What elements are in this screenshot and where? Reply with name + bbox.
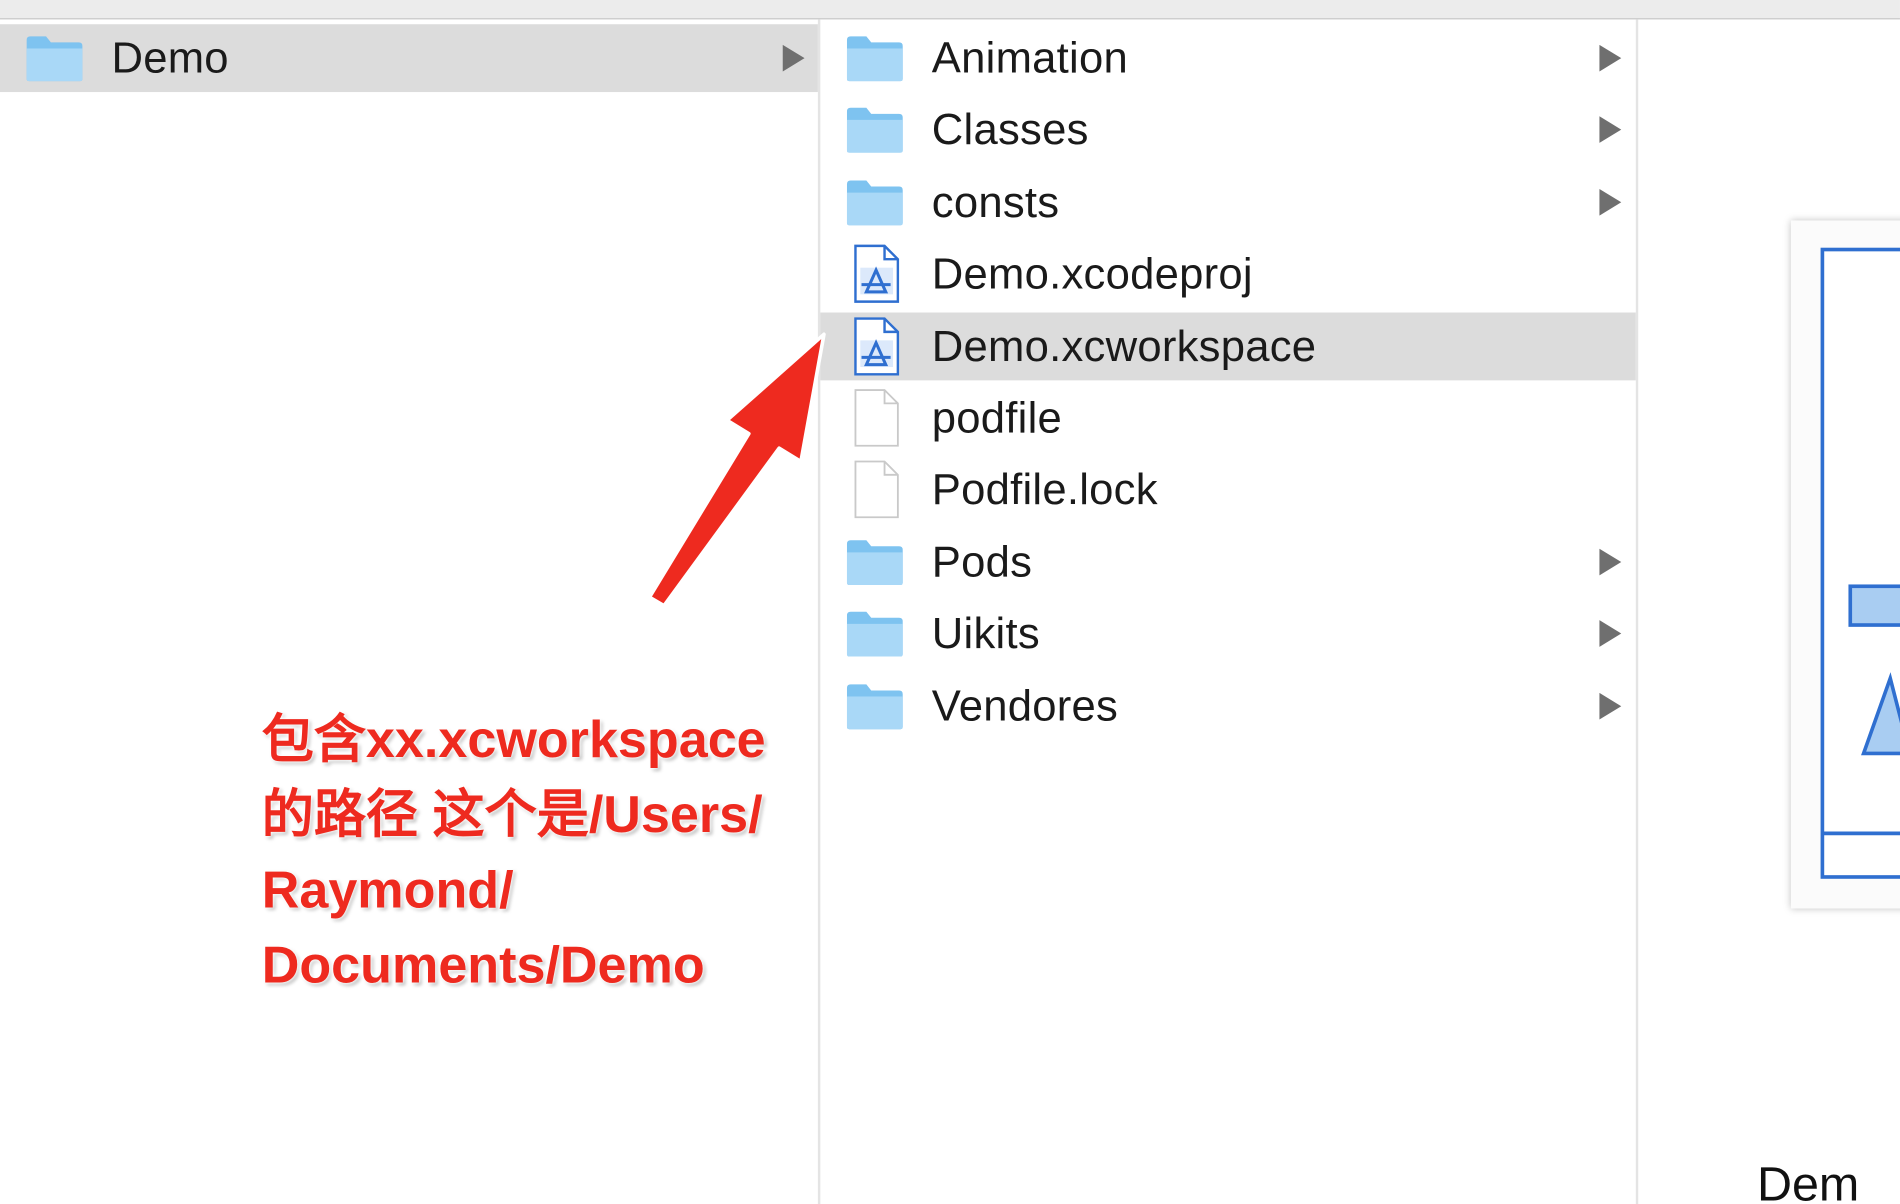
preview-title: Dem: [1757, 1158, 1859, 1204]
annotation-line: 的路径 这个是/Users/: [262, 778, 831, 853]
xcode-project-icon: [845, 316, 906, 367]
list-item-demo-xcworkspace[interactable]: Demo.xcworkspace: [820, 312, 1635, 380]
item-label: Vendores: [932, 680, 1118, 731]
folder-icon: [845, 33, 906, 84]
folder-icon: [845, 177, 906, 228]
column-1: Demo: [0, 19, 818, 1204]
folder-icon: [845, 536, 906, 587]
folder-icon: [845, 680, 906, 731]
item-label: Pods: [932, 536, 1032, 587]
item-label: consts: [932, 177, 1060, 228]
item-label: Demo.xcodeproj: [932, 249, 1253, 300]
document-icon: [845, 388, 906, 439]
annotation-text: 包含xx.xcworkspace 的路径 这个是/Users/ Raymond/…: [262, 703, 831, 1003]
list-item-demo[interactable]: Demo: [0, 24, 818, 92]
list-item-podfile[interactable]: podfile: [820, 384, 1635, 452]
list-item-pods[interactable]: Pods: [820, 528, 1635, 596]
list-item-classes[interactable]: Classes: [820, 96, 1635, 164]
xcode-blueprint-icon: [1791, 220, 1900, 908]
item-label: podfile: [932, 392, 1062, 443]
item-label: Demo: [111, 33, 228, 84]
chevron-right-icon: [1599, 548, 1621, 575]
item-label: Uikits: [932, 608, 1040, 659]
preview-thumbnail: [1791, 220, 1900, 908]
document-icon: [845, 460, 906, 511]
list-item-uikits[interactable]: Uikits: [820, 600, 1635, 668]
folder-icon: [845, 105, 906, 156]
xcode-project-icon: [845, 244, 906, 295]
list-item-consts[interactable]: consts: [820, 168, 1635, 236]
chevron-right-icon: [1599, 692, 1621, 719]
list-item-vendores[interactable]: Vendores: [820, 672, 1635, 740]
chevron-right-icon: [1599, 45, 1621, 72]
window-toolbar-edge: [0, 0, 1900, 19]
column-2: Animation Classes consts Demo.xcodeproj Demo…: [820, 19, 1635, 1204]
chevron-right-icon: [1599, 620, 1621, 647]
item-label: Animation: [932, 33, 1128, 84]
finder-column-view: Demo Animation Classes consts Demo.xcodepro…: [0, 0, 1900, 1204]
folder-icon: [845, 608, 906, 659]
chevron-right-icon: [1599, 117, 1621, 144]
item-label: Podfile.lock: [932, 464, 1158, 515]
chevron-right-icon: [1599, 189, 1621, 216]
item-label: Demo.xcworkspace: [932, 321, 1316, 372]
list-item-demo-xcodeproj[interactable]: Demo.xcodeproj: [820, 240, 1635, 308]
annotation-line: Documents/Demo: [262, 928, 831, 1003]
list-item-animation[interactable]: Animation: [820, 24, 1635, 92]
annotation-line: Raymond/: [262, 853, 831, 928]
item-label: Classes: [932, 105, 1089, 156]
folder-icon: [24, 33, 85, 84]
list-item-podfile-lock[interactable]: Podfile.lock: [820, 456, 1635, 524]
annotation-line: 包含xx.xcworkspace: [262, 703, 831, 778]
chevron-right-icon: [783, 45, 805, 72]
